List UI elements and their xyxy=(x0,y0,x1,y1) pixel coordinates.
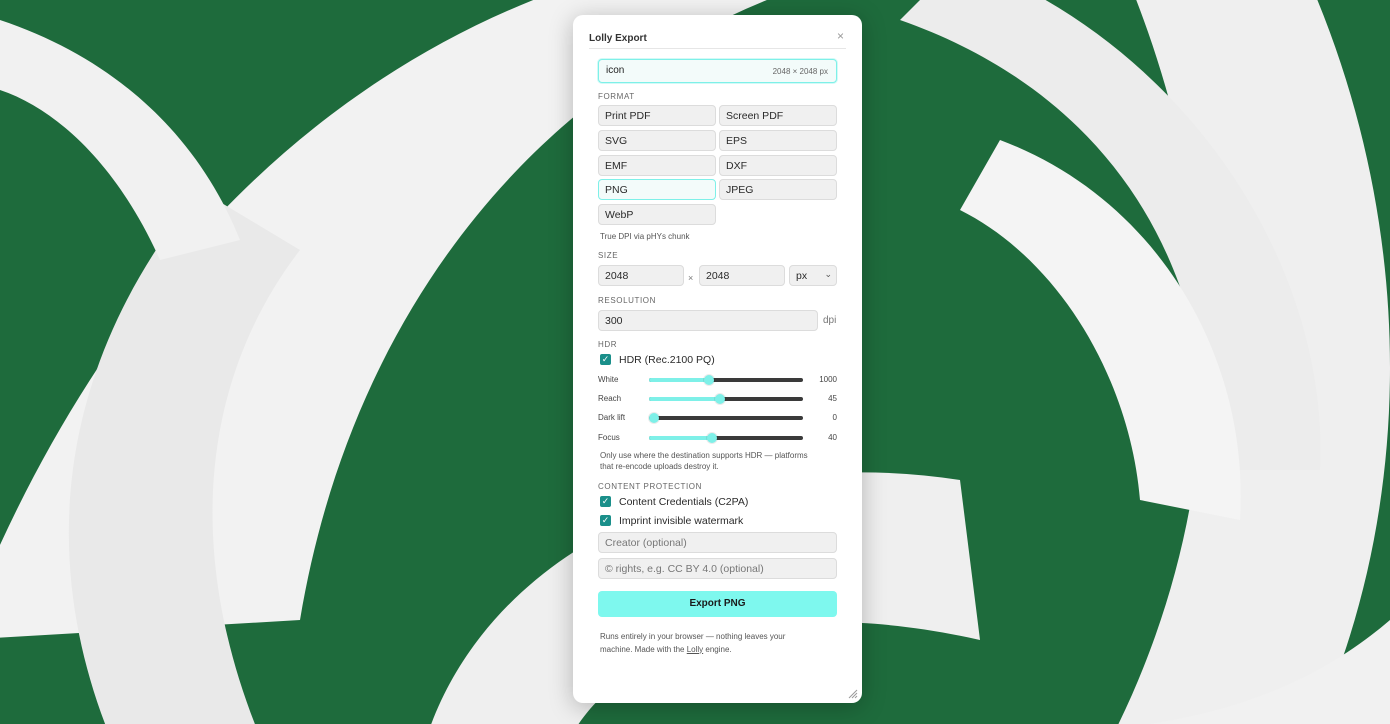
panel-title: Lolly Export xyxy=(589,33,647,44)
credentials-checkbox-label: Content Credentials (C2PA) xyxy=(619,496,749,508)
slider-thumb[interactable] xyxy=(649,413,659,423)
resize-handle-icon[interactable] xyxy=(848,689,858,699)
format-png-button[interactable]: PNG xyxy=(598,179,716,200)
slider-focus: Focus 40 xyxy=(598,431,837,445)
slider-value: 0 xyxy=(832,413,837,422)
format-webp-button[interactable]: WebP xyxy=(598,204,716,225)
format-screen-pdf-button[interactable]: Screen PDF xyxy=(719,105,837,126)
unit-value: px xyxy=(796,270,808,282)
credentials-checkbox[interactable]: ✓ xyxy=(600,496,611,507)
height-field[interactable] xyxy=(699,265,785,286)
slider-label: Dark lift xyxy=(598,413,626,422)
dimensions-readout: 2048 × 2048 px xyxy=(772,67,828,76)
height-input[interactable] xyxy=(706,270,778,282)
slider-reach: Reach 45 xyxy=(598,392,837,406)
format-eps-button[interactable]: EPS xyxy=(719,130,837,151)
hdr-note-line-1: Only use where the destination supports … xyxy=(600,451,808,460)
format-jpeg-button[interactable]: JPEG xyxy=(719,179,837,200)
slider-value: 1000 xyxy=(819,375,837,384)
times-symbol: × xyxy=(688,273,694,283)
slider-value: 45 xyxy=(828,394,837,403)
slider-fill xyxy=(649,436,713,440)
footer-text: machine. Made with the xyxy=(600,644,687,654)
slider-fill xyxy=(649,378,710,382)
hdr-checkbox-label: HDR (Rec.2100 PQ) xyxy=(619,354,715,366)
footer-line-1: Runs entirely in your browser — nothing … xyxy=(600,632,786,641)
format-note: True DPI via pHYs chunk xyxy=(600,232,690,241)
export-panel: Lolly Export × 2048 × 2048 px FORMAT Pri… xyxy=(573,15,862,703)
white-slider[interactable] xyxy=(649,375,803,385)
hdr-label: HDR xyxy=(598,340,618,349)
size-label: SIZE xyxy=(598,251,619,260)
width-input[interactable] xyxy=(605,270,677,282)
footer-line-2: machine. Made with the Lolly engine. xyxy=(600,644,830,657)
lolly-link[interactable]: Lolly xyxy=(687,645,703,654)
unit-select[interactable]: px ⌄ xyxy=(789,265,837,286)
focus-slider[interactable] xyxy=(649,433,803,443)
content-protection-label: CONTENT PROTECTION xyxy=(598,482,702,491)
slider-dark-lift: Dark lift 0 xyxy=(598,411,837,425)
slider-label: White xyxy=(598,375,619,384)
watermark-checkbox-label: Imprint invisible watermark xyxy=(619,515,744,527)
resolution-label: RESOLUTION xyxy=(598,296,657,305)
slider-value: 40 xyxy=(828,433,837,442)
footer-note: Runs entirely in your browser — nothing … xyxy=(600,631,830,656)
hdr-checkbox[interactable]: ✓ xyxy=(600,354,611,365)
format-label: FORMAT xyxy=(598,92,635,101)
filename-input[interactable] xyxy=(606,65,756,76)
export-button[interactable]: Export PNG xyxy=(598,591,837,617)
chevron-down-icon: ⌄ xyxy=(824,269,832,279)
watermark-checkbox[interactable]: ✓ xyxy=(600,515,611,526)
panel-header: Lolly Export × xyxy=(589,15,846,49)
slider-thumb[interactable] xyxy=(707,433,718,443)
rights-field[interactable] xyxy=(598,558,837,579)
width-field[interactable] xyxy=(598,265,684,286)
rights-input[interactable] xyxy=(605,563,830,575)
hdr-note-line-2: that re-encode uploads destroy it. xyxy=(600,462,719,471)
slider-thumb[interactable] xyxy=(704,375,715,385)
format-dxf-button[interactable]: DXF xyxy=(719,155,837,176)
format-svg-button[interactable]: SVG xyxy=(598,130,716,151)
dark-lift-slider[interactable] xyxy=(649,413,803,423)
slider-label: Focus xyxy=(598,433,620,442)
creator-input[interactable] xyxy=(605,537,830,549)
close-icon[interactable]: × xyxy=(837,29,844,43)
slider-white: White 1000 xyxy=(598,373,837,387)
format-print-pdf-button[interactable]: Print PDF xyxy=(598,105,716,126)
footer-text: engine. xyxy=(703,644,732,654)
creator-field[interactable] xyxy=(598,532,837,553)
hdr-note: Only use where the destination supports … xyxy=(600,450,808,472)
resolution-field[interactable] xyxy=(598,310,818,331)
slider-fill xyxy=(649,397,720,401)
name-field[interactable]: 2048 × 2048 px xyxy=(598,59,837,83)
format-emf-button[interactable]: EMF xyxy=(598,155,716,176)
slider-label: Reach xyxy=(598,394,622,403)
slider-thumb[interactable] xyxy=(714,394,725,404)
dpi-unit: dpi xyxy=(823,315,837,326)
resolution-input[interactable] xyxy=(605,315,811,327)
reach-slider[interactable] xyxy=(649,394,803,404)
